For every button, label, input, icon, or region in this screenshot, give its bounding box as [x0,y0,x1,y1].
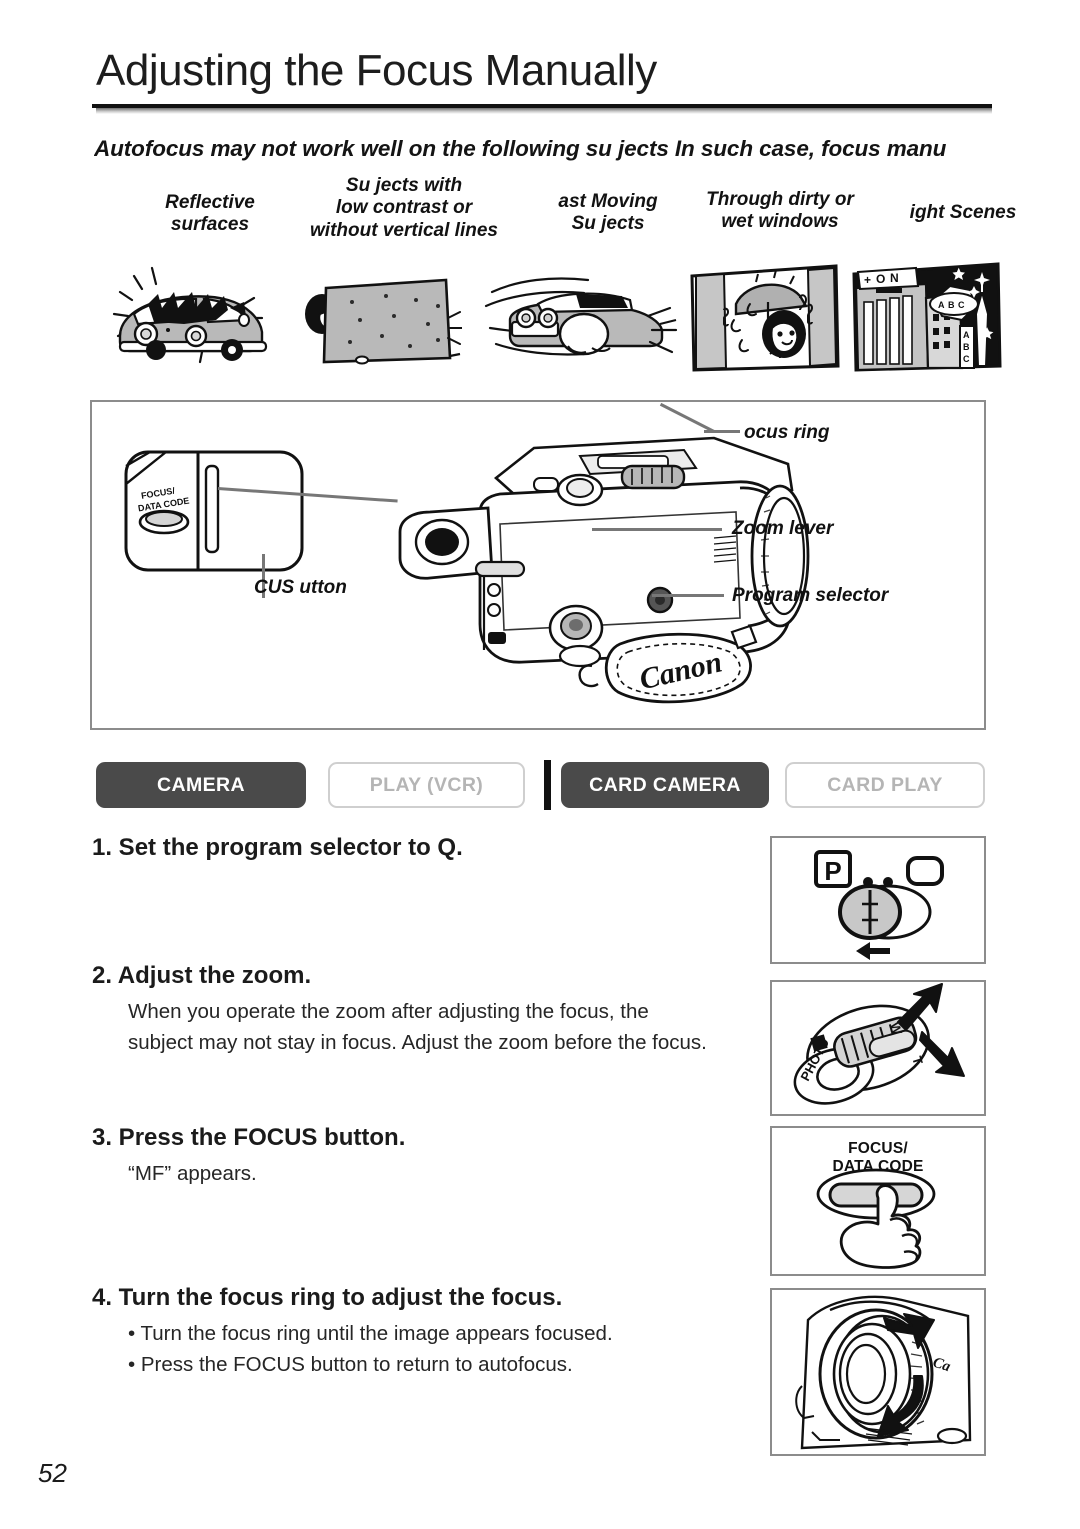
svg-text:A: A [963,330,970,340]
label-program-selector: Program selector [732,585,889,606]
step-1: 1. Set the program selector to Q. [92,832,772,863]
step-4-body-line-1: • Turn the focus ring until the image ap… [128,1322,613,1346]
step-3-body-line-1: “MF” appears. [128,1162,257,1186]
fast-car-icon [480,258,680,378]
intro-text-container: Autofocus may not work well on the follo… [94,136,1080,176]
step-2-body: When you operate the zoom after adjustin… [128,997,772,1058]
condition-caption-dirty-windows: Through dirty or wet windows [706,189,854,233]
step-2: 2. Adjust the zoom. When you operate the… [92,960,772,1058]
focus-button-press-illustration [816,1168,936,1269]
svg-text:N: N [890,271,899,285]
svg-text:A: A [938,300,945,310]
page-number: 52 [38,1458,67,1488]
focus-button-panel: FOCUS/ DATA CODE [770,1126,986,1276]
camcorder-diagram: FOCUS/ DATA CODE Canon ocus ring Zoom le… [90,400,986,730]
mode-tab-card-play[interactable]: CARD PLAY [785,762,985,808]
mode-divider [544,760,551,810]
page-title: Adjusting the Focus Manually [96,46,657,95]
condition-caption-fast-moving: ast Moving Su jects [558,191,658,235]
mode-tab-row: CAMERA PLAY (VCR) CARD CAMERA CARD PLAY [96,760,986,810]
step-4-body: • Turn the focus ring until the image ap… [128,1319,772,1380]
svg-text:B: B [948,300,955,310]
program-mode-symbol: P [824,856,841,886]
condition-caption-reflective: Reflective surfaces [165,192,255,236]
zoom-lever-panel: W T PHOTO [770,980,986,1116]
leader-line-zoom-lever [592,528,722,531]
shiny-car-icon [104,258,286,378]
rainy-window-icon [688,258,840,378]
focus-button-inset-illustration: FOCUS/ DATA CODE [124,450,304,572]
focus-ring-illustration: Ca [795,1295,972,1450]
label-zoom-lever: Zoom lever [732,518,834,539]
step-2-heading: 2. Adjust the zoom. [92,962,312,989]
step-2-body-line-2: subject may not stay in focus. Adjust th… [128,1030,707,1054]
zoom-lever-illustration: W T PHOTO [793,983,965,1105]
condition-caption-night-scenes: ight Scenes [909,202,1017,223]
svg-text:C: C [958,300,965,310]
focus-button-caption-line1: FOCUS/ [848,1140,908,1157]
title-divider [92,104,992,114]
focus-ring-panel: Ca [770,1288,986,1456]
mode-tab-play-vcr[interactable]: PLAY (VCR) [328,762,525,808]
svg-text:+: + [864,273,871,287]
mode-tab-camera[interactable]: CAMERA [96,762,306,808]
condition-captions: Reflective surfaces Su jects with low cont… [90,175,1020,252]
leader-line-program-selector [652,594,724,597]
step-4: 4. Turn the focus ring to adjust the foc… [92,1282,772,1380]
program-selector-panel: P [770,836,986,964]
camcorder-illustration: Canon [398,436,810,704]
step-4-heading: 4. Turn the focus ring to adjust the foc… [92,1284,563,1311]
svg-text:B: B [963,342,970,352]
step-3-heading: 3. Press the FOCUS button. [92,1124,406,1151]
step-1-heading: 1. Set the program selector to Q. [92,834,463,861]
step-3: 3. Press the FOCUS button. “MF” appears. [92,1122,772,1190]
condition-caption-low-contrast: Su jects with low contrast or without vert… [310,175,498,241]
night-city-icon: + O N ABC ABC [850,258,1002,378]
svg-text:C: C [963,354,970,364]
blank-board-icon [290,258,462,378]
step-2-body-line-1: When you operate the zoom after adjustin… [128,1000,649,1024]
mode-tab-card-camera[interactable]: CARD CAMERA [561,762,769,808]
step-4-body-line-2: • Press the FOCUS button to return to au… [128,1352,573,1376]
svg-text:O: O [876,272,885,286]
intro-text: Autofocus may not work well on the follo… [94,136,947,161]
label-focus-button: CUS utton [254,577,347,598]
condition-illustrations: + O N ABC ABC [90,258,1020,383]
step-3-body: “MF” appears. [128,1159,772,1189]
label-focus-ring: ocus ring [744,422,830,443]
program-selector-illustration: P [814,850,944,960]
